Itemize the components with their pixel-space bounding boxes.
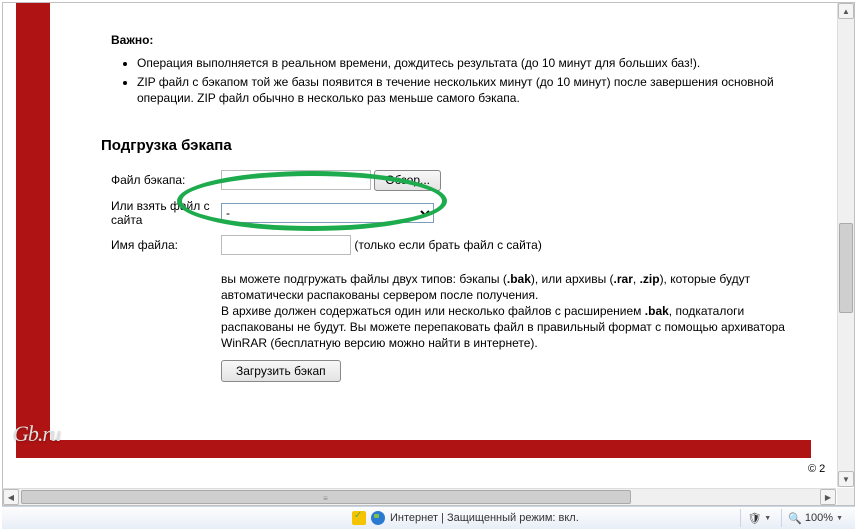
left-red-sidebar (16, 3, 50, 458)
scroll-left-arrow-icon[interactable]: ◀ (3, 489, 19, 505)
bottom-red-bar (16, 440, 811, 458)
site-logo: Gb.ru (13, 421, 60, 447)
browse-button[interactable]: Обзор... (374, 170, 441, 191)
label-from-site: Или взять файл с сайта (111, 195, 221, 231)
chevron-down-icon: ▼ (764, 515, 771, 522)
zoom-level-text: 100% (805, 512, 833, 524)
filename-hint: (только если брать файл с сайта) (354, 238, 542, 252)
main-column: Важно: Операция выполняется в реальном в… (111, 3, 811, 386)
horizontal-scrollbar[interactable]: ◀ ≡ ▶ (3, 488, 836, 505)
vertical-scroll-thumb[interactable] (839, 223, 853, 313)
important-heading: Важно: (111, 33, 811, 47)
chevron-down-icon: ▼ (836, 515, 843, 522)
row-description: вы можете подгружать файлы двух типов: б… (111, 259, 807, 386)
shield-icon (352, 511, 366, 525)
page-content: Gb.ru Важно: Операция выполняется в реал… (3, 3, 836, 487)
upload-description: вы можете подгружать файлы двух типов: б… (221, 271, 801, 352)
list-item: Операция выполняется в реальном времени,… (137, 55, 811, 71)
vertical-scrollbar[interactable]: ▲ ▼ (837, 3, 854, 487)
security-zone-text: Интернет | Защищенный режим: вкл. (390, 512, 579, 524)
browser-viewport: Gb.ru Важно: Операция выполняется в реал… (2, 2, 855, 506)
scroll-right-arrow-icon[interactable]: ▶ (820, 489, 836, 505)
globe-icon (371, 511, 385, 525)
scroll-down-arrow-icon[interactable]: ▼ (838, 471, 854, 487)
row-from-site: Или взять файл с сайта - (111, 195, 807, 231)
page: Gb.ru Важно: Операция выполняется в реал… (3, 3, 828, 473)
cell-filename-controls: (только если брать файл с сайта) (221, 231, 807, 259)
list-item: ZIP файл с бэкапом той же базы появится … (137, 74, 811, 106)
cell-from-site-controls: - (221, 195, 807, 231)
copyright-text: © 2 (808, 463, 825, 475)
backup-file-input[interactable] (221, 170, 371, 190)
section-upload-backup-title: Подгрузка бэкапа (101, 137, 811, 154)
filename-input[interactable] (221, 235, 351, 255)
browser-statusbar: Интернет | Защищенный режим: вкл. 🛡 ▼ 🔍 … (2, 506, 855, 529)
status-left: Интернет | Защищенный режим: вкл. (2, 511, 740, 525)
label-file: Файл бэкапа: (111, 166, 221, 195)
horizontal-scroll-thumb[interactable]: ≡ (21, 490, 631, 504)
label-filename: Имя файла: (111, 231, 221, 259)
site-file-select[interactable]: - (221, 203, 434, 223)
scrollbar-corner (837, 488, 854, 505)
upload-backup-button[interactable]: Загрузить бэкап (221, 360, 341, 382)
row-filename: Имя файла: (только если брать файл с сай… (111, 231, 807, 259)
zoom-icon: 🔍 (788, 512, 802, 525)
zoom-segment[interactable]: 🔍 100% ▼ (781, 509, 849, 527)
cell-file-controls: Обзор... (221, 166, 807, 195)
row-file: Файл бэкапа: Обзор... (111, 166, 807, 195)
status-right: 🛡 ▼ 🔍 100% ▼ (740, 509, 855, 527)
notes-list: Операция выполняется в реальном времени,… (137, 55, 811, 107)
scroll-up-arrow-icon[interactable]: ▲ (838, 3, 854, 19)
scroll-grip-icon: ≡ (323, 494, 329, 503)
upload-form: Файл бэкапа: Обзор... Или взять файл с с… (111, 166, 807, 386)
protected-mode-icon: 🛡 (747, 512, 761, 525)
status-segment[interactable]: 🛡 ▼ (740, 509, 777, 527)
